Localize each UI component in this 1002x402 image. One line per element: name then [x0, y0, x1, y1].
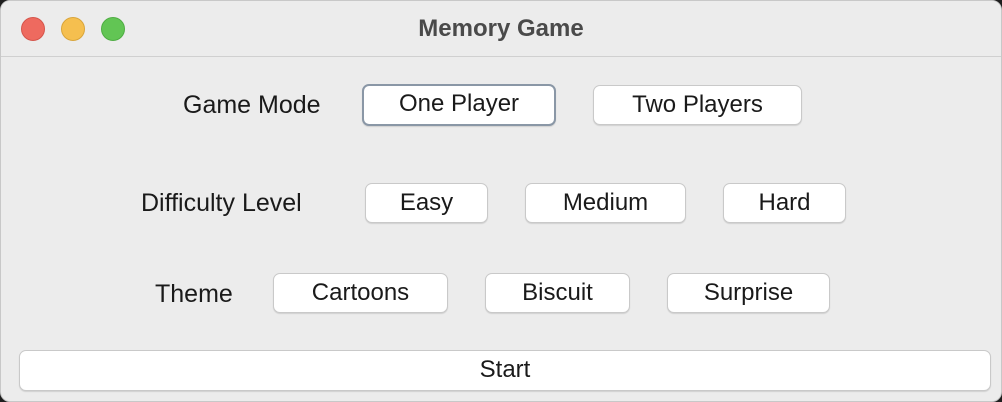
medium-button[interactable]: Medium: [525, 183, 686, 223]
hard-button[interactable]: Hard: [723, 183, 846, 223]
game-mode-label: Game Mode: [183, 91, 321, 119]
biscuit-button[interactable]: Biscuit: [485, 273, 630, 313]
cartoons-button[interactable]: Cartoons: [273, 273, 448, 313]
memory-game-window: Memory Game Game Mode One Player Two Pla…: [0, 0, 1002, 402]
two-players-button[interactable]: Two Players: [593, 85, 802, 125]
surprise-button[interactable]: Surprise: [667, 273, 830, 313]
title-bar: Memory Game: [1, 1, 1001, 57]
theme-label: Theme: [155, 280, 233, 308]
difficulty-level-label: Difficulty Level: [141, 189, 302, 217]
easy-button[interactable]: Easy: [365, 183, 488, 223]
start-button[interactable]: Start: [19, 350, 991, 391]
window-title: Memory Game: [418, 15, 584, 42]
one-player-button[interactable]: One Player: [362, 84, 556, 126]
